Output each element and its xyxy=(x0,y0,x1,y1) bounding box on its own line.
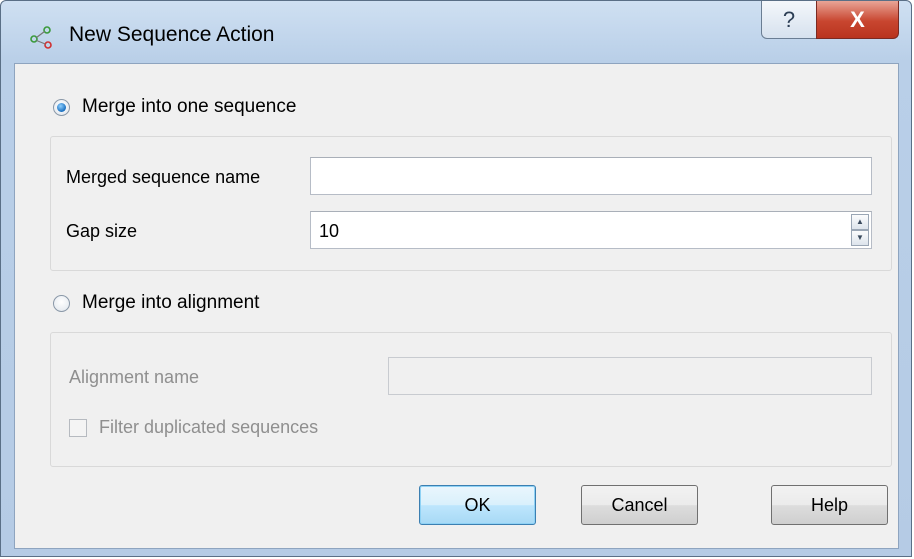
merge-one-sequence-group: Merged sequence name Gap size 10 ▲ ▼ xyxy=(50,136,892,271)
gap-size-label: Gap size xyxy=(66,221,138,241)
spin-up-icon[interactable]: ▲ xyxy=(851,214,869,230)
dialog-body: Merge into one sequence Merged sequence … xyxy=(14,63,899,549)
cancel-button[interactable]: Cancel xyxy=(581,485,698,525)
merge-alignment-group: Alignment name Filter duplicated sequenc… xyxy=(50,332,892,467)
radio-button-unchecked-icon[interactable] xyxy=(53,294,70,312)
filter-duplicates-checkbox[interactable] xyxy=(69,419,87,437)
close-icon: X xyxy=(850,6,865,32)
gap-size-spin-buttons: ▲ ▼ xyxy=(851,214,869,246)
gap-size-spinbox[interactable]: 10 ▲ ▼ xyxy=(310,211,872,249)
window-title: New Sequence Action xyxy=(69,23,275,46)
merge-one-sequence-radio[interactable]: Merge into one sequence xyxy=(53,96,296,118)
question-mark-icon: ? xyxy=(782,6,796,32)
title-bar[interactable]: New Sequence Action ? X xyxy=(1,1,911,67)
merge-alignment-label: Merge into alignment xyxy=(82,292,260,313)
dialog-window: New Sequence Action ? X Merge into one s… xyxy=(0,0,912,557)
context-help-button[interactable]: ? xyxy=(761,1,817,39)
alignment-name-field[interactable] xyxy=(388,357,872,395)
merge-one-sequence-label: Merge into one sequence xyxy=(82,96,297,117)
spin-down-icon[interactable]: ▼ xyxy=(851,230,869,246)
ok-button[interactable]: OK xyxy=(419,485,536,525)
close-button[interactable]: X xyxy=(816,1,899,39)
help-button[interactable]: Help xyxy=(771,485,888,525)
filter-duplicates-label: Filter duplicated sequences xyxy=(99,417,319,437)
merge-alignment-radio[interactable]: Merge into alignment xyxy=(53,292,259,314)
gap-size-value: 10 xyxy=(319,221,340,241)
merged-sequence-name-label: Merged sequence name xyxy=(66,167,261,187)
alignment-name-label: Alignment name xyxy=(69,367,200,387)
merged-sequence-name-field[interactable] xyxy=(310,157,872,195)
sequence-network-icon xyxy=(30,26,52,49)
radio-button-checked-icon[interactable] xyxy=(53,98,70,116)
